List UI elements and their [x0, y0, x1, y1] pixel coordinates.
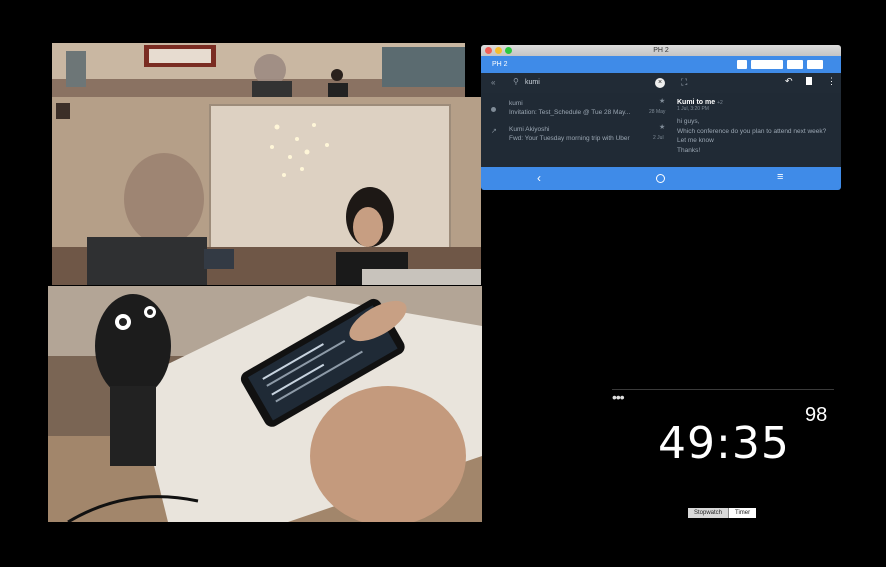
reader-from: Kumi to me	[677, 99, 716, 106]
room-scene-top	[52, 43, 465, 97]
search-icon: ⚲	[513, 77, 519, 86]
timer-minutes: 49	[658, 418, 716, 469]
reader-line: Let me know	[677, 137, 714, 144]
mail-reader: Kumi to me +2 1 Jul, 3:20 PM hi guys, Wh…	[677, 93, 841, 167]
reader-count: +2	[717, 100, 723, 106]
timer-display: 49:35	[658, 414, 790, 474]
reader-line: Thanks!	[677, 146, 701, 154]
mail-area: ↗ kumi Invitation: Test_Schedule @ Tue 2…	[481, 93, 841, 167]
delete-icon[interactable]	[806, 77, 812, 85]
clear-search-icon[interactable]: ×	[655, 78, 665, 88]
timer-subseconds: 98	[805, 404, 828, 426]
video-tile-middle	[52, 97, 481, 285]
timer-separator: :	[716, 418, 732, 469]
sent-icon[interactable]: ↗	[491, 127, 497, 135]
device-label: PH 2	[492, 61, 508, 68]
window-title: PH 2	[653, 47, 669, 54]
mail-date: 2 Jul	[653, 135, 664, 141]
stopwatch-button[interactable]: Stopwatch	[688, 508, 730, 518]
mail-search-bar: « ⚲ kumi × ⛶ ↶ ⋮	[481, 73, 841, 93]
star-icon[interactable]: ★	[659, 97, 665, 105]
rotate-icon[interactable]	[737, 60, 747, 69]
mail-subject: Invitation: Test_Schedule @ Tue 28 May..…	[509, 109, 631, 116]
timer-button[interactable]: Timer	[729, 508, 757, 518]
timer-seconds: 35	[731, 418, 790, 469]
window-titlebar[interactable]: PH 2	[481, 45, 841, 56]
timer-mode-toggle: Stopwatch Timer	[688, 508, 757, 518]
mail-list-item[interactable]: Kumi Akiyoshi Fwd: Your Tuesday morning …	[509, 125, 671, 143]
menu-icon[interactable]: ≡	[777, 171, 783, 183]
mail-subject: Fwd: Your Tuesday morning trip with Uber	[509, 135, 630, 142]
home-icon[interactable]	[656, 174, 665, 183]
expand-icon[interactable]: ⛶	[681, 77, 687, 88]
search-input[interactable]: kumi	[525, 73, 540, 93]
mail-sender: kumi	[509, 100, 523, 107]
desk-scene-bottom	[48, 286, 482, 522]
reader-line: hi guys,	[677, 118, 700, 125]
more-options-icon[interactable]: ⋮	[827, 76, 836, 87]
reader-date: 1 Jul, 3:20 PM	[677, 106, 709, 112]
volume-icon[interactable]	[787, 60, 803, 69]
android-nav-bar: ‹ ≡	[481, 167, 841, 190]
timer-menu-icon[interactable]: •••	[612, 389, 625, 405]
reader-line: Which conference do you plan to attend n…	[677, 127, 827, 135]
video-tile-top	[52, 43, 465, 97]
video-tile-bottom	[48, 286, 482, 522]
star-icon[interactable]: ★	[659, 123, 665, 131]
room-scene-middle	[52, 97, 481, 285]
back-arrow-icon[interactable]: «	[491, 78, 495, 87]
reply-icon[interactable]: ↶	[785, 76, 793, 87]
timer-divider	[612, 389, 834, 390]
refresh-power-icon[interactable]	[807, 60, 823, 69]
phone-mirror-window[interactable]: PH 2 PH 2 « ⚲ kumi × ⛶ ↶ ⋮ ↗ kumi Invita…	[481, 45, 841, 190]
mail-sender: Kumi Akiyoshi	[509, 126, 550, 133]
mail-date: 28 May	[649, 109, 666, 115]
back-icon[interactable]: ‹	[537, 171, 541, 185]
mirror-toolbar: PH 2	[481, 56, 841, 73]
mail-list-item[interactable]: kumi Invitation: Test_Schedule @ Tue 28 …	[509, 99, 671, 117]
record-controls-icon[interactable]	[751, 60, 783, 69]
inbox-icon[interactable]	[491, 107, 496, 112]
